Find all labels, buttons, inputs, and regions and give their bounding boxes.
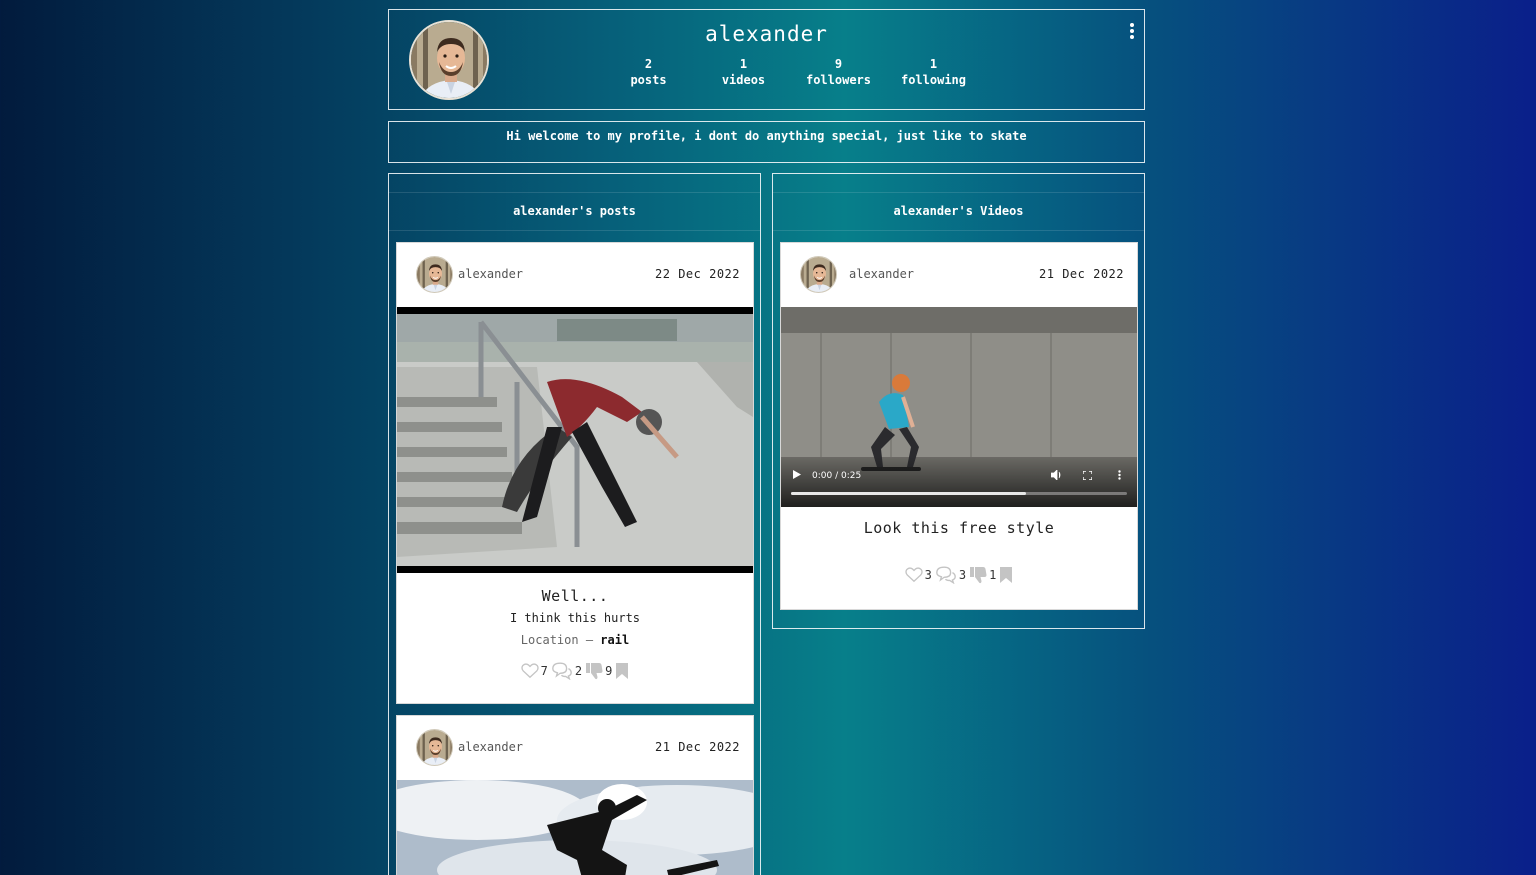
stat-count: 1 — [929, 57, 938, 71]
profile-bio: Hi welcome to my profile, i dont do anyt… — [388, 121, 1145, 163]
post-card: alexander 22 Dec 2022 Well... I think th… — [396, 242, 754, 704]
post-username[interactable]: alexander — [458, 267, 523, 281]
heart-icon[interactable] — [905, 566, 923, 583]
more-vertical-icon[interactable] — [1118, 470, 1121, 480]
profile-header: alexander 2 posts 1 videos 9 followers 1… — [388, 9, 1145, 110]
like-count: 7 — [540, 663, 548, 678]
fullscreen-icon[interactable] — [1083, 471, 1092, 480]
avatar[interactable] — [416, 729, 453, 766]
play-icon[interactable] — [793, 470, 801, 479]
post-actions: 7 2 9 — [397, 661, 753, 680]
volume-icon[interactable] — [1051, 470, 1062, 480]
post-location: Location – rail — [397, 633, 753, 647]
stat-count: 2 — [644, 57, 653, 71]
avatar[interactable] — [416, 256, 453, 293]
stat-posts[interactable]: 2 posts — [601, 56, 696, 88]
comment-count: 2 — [574, 663, 583, 678]
bookmark-icon[interactable] — [999, 566, 1013, 584]
location-value: rail — [600, 633, 630, 647]
like-count: 3 — [924, 567, 932, 582]
comment-icon[interactable] — [551, 661, 573, 680]
video-username[interactable]: alexander — [849, 267, 914, 281]
post-date: 21 Dec 2022 — [655, 740, 740, 754]
video-card: alexander 21 Dec 2022 0:00 / 0:25 Look t… — [780, 242, 1138, 610]
stat-label: videos — [721, 73, 766, 87]
post-image[interactable] — [397, 307, 753, 573]
video-progress-fill — [791, 492, 1027, 495]
videos-column-title: alexander's Videos — [773, 192, 1144, 231]
post-card: alexander 21 Dec 2022 — [396, 715, 754, 875]
video-player[interactable]: 0:00 / 0:25 — [781, 307, 1137, 507]
video-actions: 3 3 1 — [781, 565, 1137, 584]
heart-icon[interactable] — [521, 662, 539, 679]
thumbs-down-icon[interactable] — [969, 566, 987, 584]
stat-label: posts — [630, 73, 667, 87]
video-title: Look this free style — [863, 519, 1055, 537]
stat-count: 9 — [834, 57, 843, 71]
video-progress-bar[interactable] — [791, 492, 1127, 495]
stat-label: following — [900, 73, 967, 87]
bookmark-icon[interactable] — [615, 662, 629, 680]
avatar[interactable] — [800, 256, 837, 293]
dislike-count: 9 — [605, 663, 613, 678]
stat-followers[interactable]: 9 followers — [791, 56, 886, 88]
stat-following[interactable]: 1 following — [886, 56, 981, 88]
comment-icon[interactable] — [935, 565, 957, 584]
post-username[interactable]: alexander — [458, 740, 523, 754]
video-time: 0:00 / 0:25 — [812, 471, 862, 481]
stat-count: 1 — [739, 57, 748, 71]
video-header: alexander 21 Dec 2022 — [781, 243, 1137, 307]
posts-column-title: alexander's posts — [389, 192, 760, 231]
stat-label: followers — [805, 73, 872, 87]
dislike-count: 1 — [989, 567, 997, 582]
post-title: Well... — [541, 587, 609, 605]
thumbs-down-icon[interactable] — [585, 662, 603, 680]
videos-column: alexander's Videos alexander 21 Dec 2022 — [772, 173, 1145, 629]
video-controls: 0:00 / 0:25 — [781, 457, 1137, 507]
comment-count: 3 — [958, 567, 967, 582]
stat-videos[interactable]: 1 videos — [696, 56, 791, 88]
profile-username: alexander — [705, 22, 828, 46]
posts-column: alexander's posts alexander 22 Dec 2022 — [388, 173, 761, 875]
more-vertical-icon[interactable] — [1126, 22, 1138, 40]
post-date: 22 Dec 2022 — [655, 267, 740, 281]
location-label: Location – — [520, 633, 594, 647]
post-description: I think this hurts — [509, 611, 641, 625]
post-header: alexander 22 Dec 2022 — [397, 243, 753, 307]
video-date: 21 Dec 2022 — [1039, 267, 1124, 281]
post-header: alexander 21 Dec 2022 — [397, 716, 753, 780]
profile-stats: 2 posts 1 videos 9 followers 1 following — [601, 56, 981, 88]
post-image[interactable] — [397, 780, 753, 875]
bio-text: Hi welcome to my profile, i dont do anyt… — [506, 129, 1027, 143]
